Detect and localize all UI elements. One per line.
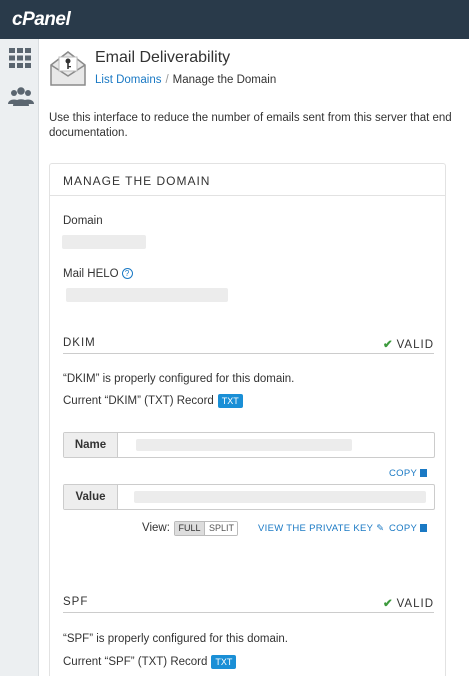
spf-txt-badge: TXT: [211, 655, 237, 669]
dkim-value-redacted: [134, 491, 426, 503]
mail-helo-label-text: Mail HELO: [63, 268, 119, 280]
help-icon[interactable]: ?: [121, 268, 133, 280]
envelope-key-icon: [49, 49, 87, 87]
intro-text: Use this interface to reduce the number …: [49, 112, 452, 139]
dkim-status-text: VALID: [396, 339, 434, 351]
dkim-section-header: DKIM ✔ VALID: [63, 334, 434, 354]
dkim-status: ✔ VALID: [383, 337, 434, 351]
pencil-icon: ✎: [376, 523, 385, 534]
mail-helo-label: Mail HELO?: [63, 268, 133, 280]
page-title: Email Deliverability: [95, 49, 231, 66]
check-icon: ✔: [382, 598, 394, 610]
spf-status: ✔ VALID: [383, 596, 434, 610]
dkim-name-field[interactable]: Name: [63, 432, 435, 458]
spf-configured-text: “SPF” is properly configured for this do…: [63, 633, 288, 645]
breadcrumb-separator: /: [165, 74, 169, 86]
dkim-name-label: Name: [64, 433, 118, 457]
main-content: Email Deliverability List Domains / Manage…: [39, 39, 469, 676]
spf-section-header: SPF ✔ VALID: [63, 593, 434, 613]
spf-record-line: Current “SPF” (TXT) Record TXT: [63, 655, 237, 669]
copy-label: COPY: [389, 468, 418, 479]
spf-title: SPF: [63, 596, 89, 608]
manage-domain-panel: MANAGE THE DOMAIN Domain Mail HELO? DKIM…: [49, 163, 446, 676]
dkim-configured-text: “DKIM” is properly configured for this d…: [63, 373, 295, 385]
panel-header: MANAGE THE DOMAIN: [50, 164, 445, 196]
domain-value-redacted: [62, 235, 146, 249]
spf-status-text: VALID: [396, 598, 434, 610]
breadcrumb: List Domains / Manage the Domain: [95, 74, 276, 86]
mail-helo-value-redacted: [66, 288, 228, 302]
domain-label: Domain: [63, 215, 103, 227]
grid-icon[interactable]: [8, 47, 32, 69]
top-bar: cPanel: [0, 0, 469, 39]
dkim-name-value-redacted: [136, 439, 352, 451]
cpanel-logo[interactable]: cPanel: [12, 9, 71, 31]
view-toggle[interactable]: FULL SPLIT: [174, 521, 238, 536]
copy-icon: [420, 469, 428, 478]
copy-label: COPY: [389, 523, 418, 534]
breadcrumb-link-list-domains[interactable]: List Domains: [95, 74, 161, 86]
view-label: View:: [142, 522, 170, 534]
private-key-label: VIEW THE PRIVATE KEY: [258, 523, 374, 534]
dkim-value-copy-button[interactable]: COPY: [389, 523, 428, 534]
panel-title: MANAGE THE DOMAIN: [63, 174, 211, 188]
dkim-name-copy-button[interactable]: COPY: [389, 468, 428, 479]
dkim-value-label: Value: [64, 485, 118, 509]
dkim-value-field[interactable]: Value: [63, 484, 435, 510]
spf-record-text: Current “SPF” (TXT) Record: [63, 656, 208, 669]
view-private-key-link[interactable]: VIEW THE PRIVATE KEY ✎: [258, 523, 385, 534]
check-icon: ✔: [382, 339, 394, 351]
dkim-record-line: Current “DKIM” (TXT) Record TXT: [63, 394, 243, 408]
dkim-txt-badge: TXT: [217, 394, 243, 408]
copy-icon: [420, 524, 428, 533]
dkim-title: DKIM: [63, 337, 96, 349]
view-full-button[interactable]: FULL: [175, 522, 205, 535]
breadcrumb-current: Manage the Domain: [172, 74, 277, 86]
dkim-record-text: Current “DKIM” (TXT) Record: [63, 395, 214, 408]
users-icon[interactable]: [8, 86, 34, 108]
side-nav: [0, 39, 39, 676]
view-split-button[interactable]: SPLIT: [206, 522, 237, 535]
